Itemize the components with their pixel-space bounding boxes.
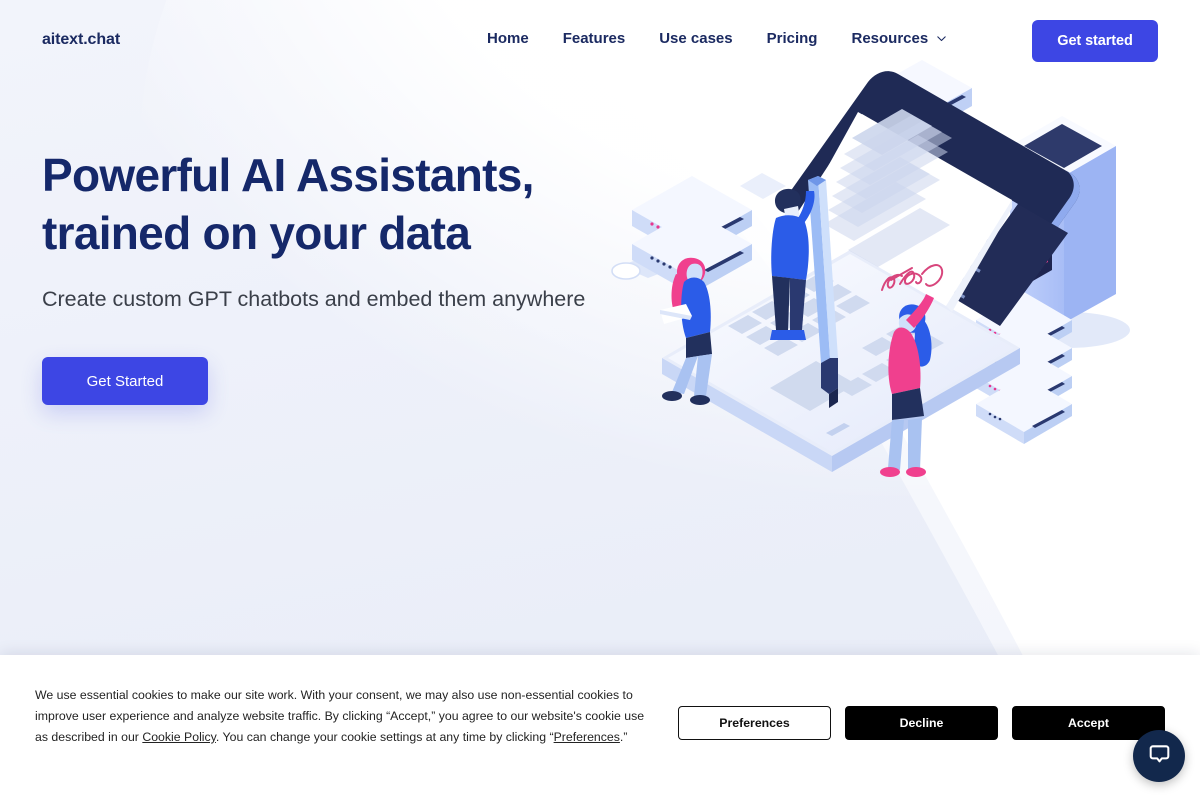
cookie-consent-banner: We use essential cookies to make our sit…	[0, 655, 1200, 800]
hero-title-line-1: Powerful AI Assistants,	[42, 149, 534, 201]
cookie-decline-button[interactable]: Decline	[845, 706, 998, 740]
chat-widget-button[interactable]	[1133, 730, 1185, 782]
hero-get-started-button[interactable]: Get Started	[42, 357, 208, 405]
logo[interactable]: aitext.chat	[42, 31, 120, 49]
hero-copy: Powerful AI Assistants, trained on your …	[42, 146, 642, 405]
nav-links: Home Features Use cases Pricing Resource…	[470, 30, 957, 47]
cookie-text-part-3: .”	[619, 730, 628, 744]
nav-get-started-button[interactable]: Get started	[1032, 20, 1158, 62]
cookie-policy-link[interactable]: Cookie Policy	[142, 730, 216, 744]
nav-item-resources[interactable]: Resources	[834, 30, 957, 47]
nav-item-home[interactable]: Home	[470, 30, 546, 47]
cookie-banner-text: We use essential cookies to make our sit…	[35, 685, 655, 748]
hero-subtitle: Create custom GPT chatbots and embed the…	[42, 287, 586, 311]
top-navigation: aitext.chat Home Features Use cases Pric…	[0, 0, 1200, 82]
nav-item-use-cases[interactable]: Use cases	[642, 30, 749, 47]
cookie-banner-actions: Preferences Decline Accept	[678, 706, 1165, 740]
nav-item-resources-label: Resources	[851, 30, 929, 47]
landing-page: aitext.chat Home Features Use cases Pric…	[0, 0, 1200, 800]
nav-item-pricing[interactable]: Pricing	[750, 30, 835, 47]
page-title: Powerful AI Assistants, trained on your …	[42, 146, 642, 262]
hero-illustration	[600, 58, 1200, 518]
cookie-preferences-button[interactable]: Preferences	[678, 706, 831, 740]
preferences-link[interactable]: Preferences	[554, 730, 620, 744]
nav-item-features[interactable]: Features	[546, 30, 643, 47]
chevron-down-icon	[936, 33, 947, 44]
hero-title-line-2: trained on your data	[42, 207, 471, 259]
cookie-text-part-2: . You can change your cookie settings at…	[215, 730, 554, 744]
chat-bubble-icon	[1148, 742, 1171, 770]
